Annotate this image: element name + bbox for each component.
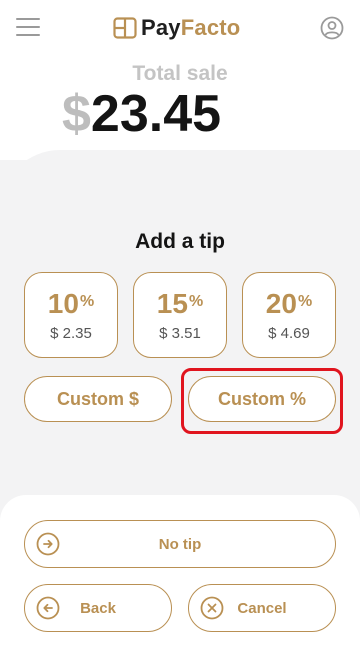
sale-value: 23.45	[90, 85, 222, 143]
tip-option-15[interactable]: 15% $ 3.51	[133, 272, 227, 358]
back-button[interactable]: Back	[24, 584, 172, 632]
tip-option-20[interactable]: 20% $ 4.69	[242, 272, 336, 358]
tip-percent: 10%	[47, 288, 95, 319]
logo-mark-icon	[113, 17, 137, 39]
menu-icon[interactable]	[16, 18, 40, 38]
tip-amount: $ 4.69	[268, 325, 310, 342]
brand-logo: PayFacto	[113, 14, 240, 42]
brand-name-first: Pay	[141, 15, 181, 40]
bottom-action-panel: No tip Back Cancel	[0, 495, 360, 649]
top-bar: PayFacto	[0, 0, 360, 56]
add-tip-title: Add a tip	[135, 230, 225, 253]
no-tip-label: No tip	[158, 535, 202, 553]
cancel-button[interactable]: Cancel	[188, 584, 336, 632]
cancel-label: Cancel	[237, 599, 287, 617]
back-label: Back	[80, 599, 116, 617]
tip-option-10[interactable]: 10% $ 2.35	[24, 272, 118, 358]
selection-highlight	[181, 368, 343, 434]
tip-percent: 15%	[156, 288, 204, 319]
brand-name: PayFacto	[141, 15, 240, 41]
tip-amount: $ 2.35	[50, 325, 92, 342]
brand-name-second: Facto	[180, 15, 241, 40]
user-circle-icon[interactable]	[320, 16, 344, 40]
x-circle-icon	[200, 596, 224, 620]
currency-symbol: $	[62, 85, 91, 143]
total-sale-label: Total sale	[132, 62, 228, 85]
total-sale-amount: $ 23.45	[62, 84, 221, 144]
no-tip-button[interactable]: No tip	[24, 520, 336, 568]
arrow-left-circle-icon	[36, 596, 60, 620]
tip-percent: 20%	[265, 288, 313, 319]
arrow-right-circle-icon	[36, 532, 60, 556]
tip-amount: $ 3.51	[159, 325, 201, 342]
custom-dollar-button[interactable]: Custom $	[24, 376, 172, 422]
